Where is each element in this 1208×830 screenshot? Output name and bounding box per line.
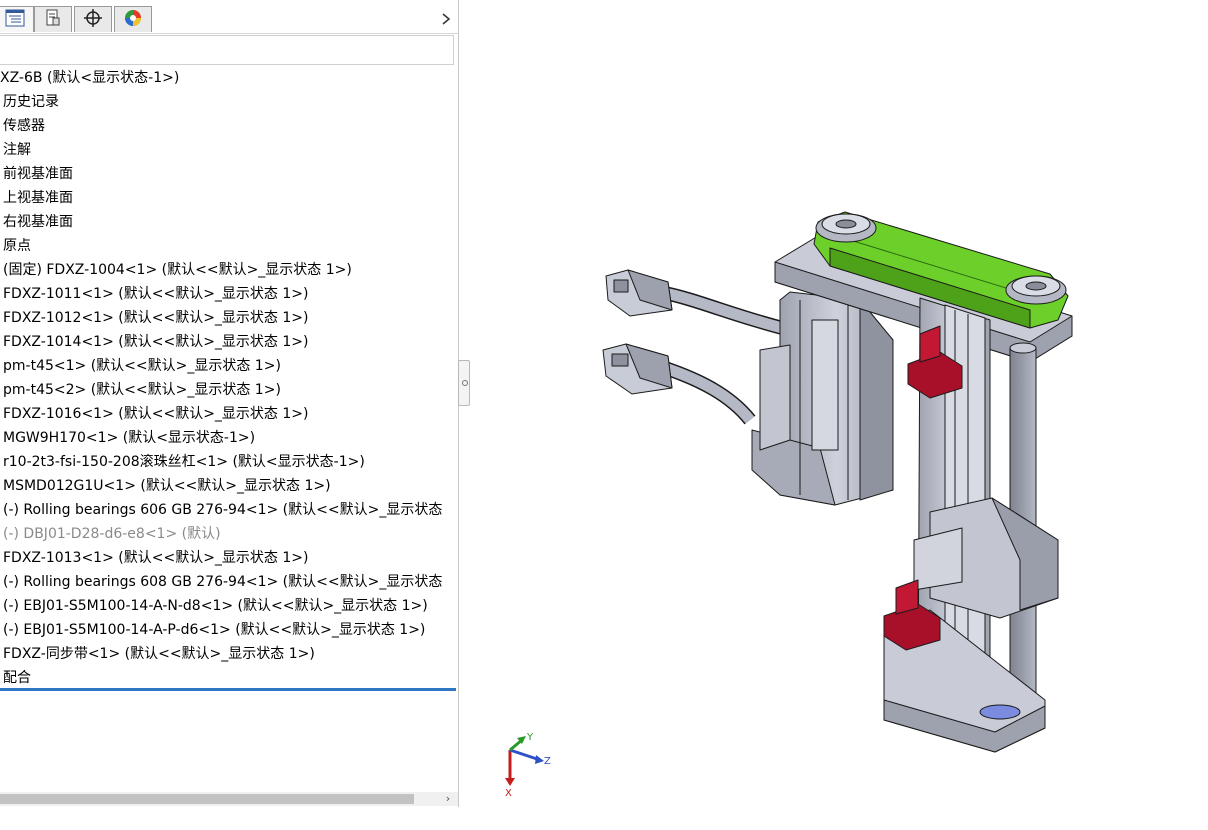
tree-item[interactable]: (-) Rolling bearings 606 GB 276-94<1> (默… <box>0 498 456 522</box>
tree-item[interactable]: r10-2t3-fsi-150-208滚珠丝杠<1> (默认<显示状态-1>) <box>0 450 456 474</box>
triad-z-label: Z <box>544 756 551 767</box>
triad-x-label: X <box>505 788 512 798</box>
tab-feature-tree[interactable] <box>0 6 34 32</box>
display-manager-pie-icon <box>124 9 142 31</box>
tree-item[interactable]: pm-t45<1> (默认<<默认>_显示状态 1>) <box>0 354 456 378</box>
orientation-triad: X Z Y <box>505 732 551 798</box>
graphics-viewport[interactable]: X Z Y <box>471 0 1208 830</box>
tree-item[interactable]: MGW9H170<1> (默认<显示状态-1>) <box>0 426 456 450</box>
tree-item[interactable]: 前视基准面 <box>0 162 456 186</box>
tree-item[interactable]: (固定) FDXZ-1004<1> (默认<<默认>_显示状态 1>) <box>0 258 456 282</box>
tree-item[interactable]: 历史记录 <box>0 90 456 114</box>
tree-item[interactable]: 上视基准面 <box>0 186 456 210</box>
tree-item[interactable]: 原点 <box>0 234 456 258</box>
tree-item[interactable]: 注解 <box>0 138 456 162</box>
connector-upper <box>605 269 673 317</box>
panel-tab-bar <box>0 0 458 34</box>
tree-item[interactable]: FDXZ-1013<1> (默认<<默认>_显示状态 1>) <box>0 546 456 570</box>
feature-tree: XZ-6B (默认<显示状态-1>) 历史记录 传感器 注解 前视基准面 上视基准面 右视基… <box>0 66 456 688</box>
tab-display-manager[interactable] <box>114 6 152 32</box>
tree-item[interactable]: 配合 <box>0 666 456 688</box>
configuration-crosshair-icon <box>84 8 102 31</box>
tree-filter-input[interactable] <box>0 35 454 65</box>
tree-item[interactable]: (-) EBJ01-S5M100-14-A-P-d6<1> (默认<<默认>_显… <box>0 618 456 642</box>
panel-collapse-handle[interactable] <box>458 360 470 406</box>
tree-splitter-bar[interactable] <box>0 688 456 691</box>
tree-item[interactable]: FDXZ-1012<1> (默认<<默认>_显示状态 1>) <box>0 306 456 330</box>
tree-item[interactable]: pm-t45<2> (默认<<默认>_显示状态 1>) <box>0 378 456 402</box>
tree-item[interactable]: FDXZ-1011<1> (默认<<默认>_显示状态 1>) <box>0 282 456 306</box>
property-manager-icon <box>44 9 62 31</box>
connector-lower <box>602 343 673 395</box>
tree-item[interactable]: (-) DBJ01-D28-d6-e8<1> (默认) <box>0 522 456 546</box>
triad-y-label: Y <box>526 732 534 743</box>
tree-item[interactable]: XZ-6B (默认<显示状态-1>) <box>0 66 456 90</box>
feature-tree-icon <box>5 9 25 31</box>
pulley-left <box>815 213 877 243</box>
assembly-model[interactable] <box>471 0 1208 830</box>
tree-item[interactable]: (-) Rolling bearings 608 GB 276-94<1> (默… <box>0 570 456 594</box>
tab-property-manager[interactable] <box>34 6 72 32</box>
tab-expand-chevron-icon[interactable] <box>438 10 454 28</box>
tree-item[interactable]: FDXZ-1016<1> (默认<<默认>_显示状态 1>) <box>0 402 456 426</box>
motor-cable-lower <box>662 361 756 425</box>
tree-item[interactable]: MSMD012G1U<1> (默认<<默认>_显示状态 1>) <box>0 474 456 498</box>
pulley-right <box>1005 275 1067 305</box>
tree-item[interactable]: 右视基准面 <box>0 210 456 234</box>
tree-item[interactable]: (-) EBJ01-S5M100-14-A-N-d8<1> (默认<<默认>_显… <box>0 594 456 618</box>
horizontal-scrollbar-thumb[interactable] <box>0 794 414 804</box>
tree-item[interactable]: FDXZ-1014<1> (默认<<默认>_显示状态 1>) <box>0 330 456 354</box>
feature-manager-panel: XZ-6B (默认<显示状态-1>) 历史记录 传感器 注解 前视基准面 上视基准面 右视基… <box>0 0 459 807</box>
tab-configuration-manager[interactable] <box>74 6 112 32</box>
tree-item[interactable]: 传感器 <box>0 114 456 138</box>
motor-cable-upper <box>658 285 792 337</box>
tree-item[interactable]: FDXZ-同步带<1> (默认<<默认>_显示状态 1>) <box>0 642 456 666</box>
scroll-right-chevron-icon[interactable]: › <box>440 792 456 806</box>
